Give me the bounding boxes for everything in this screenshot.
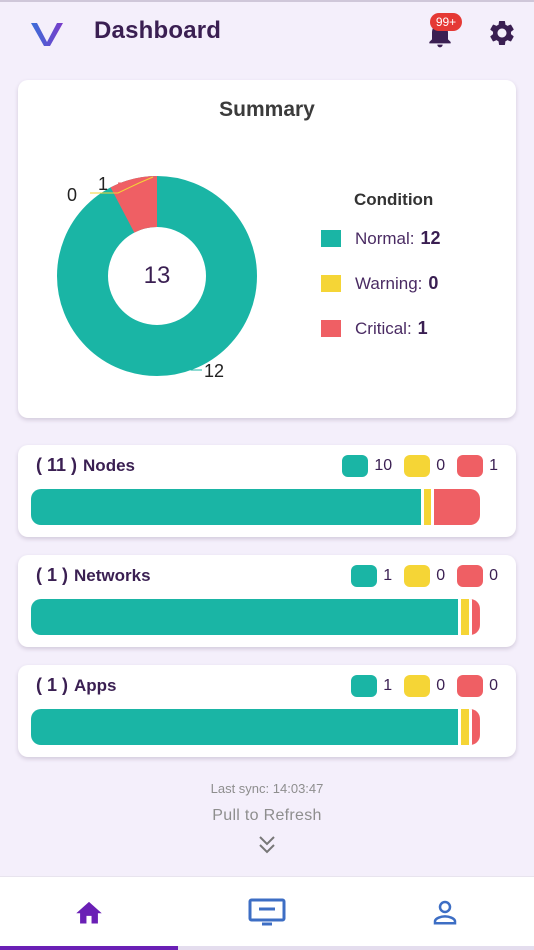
nodes-condition-counts: 10 0 1 xyxy=(330,455,498,477)
slice-label-critical: 1 xyxy=(98,174,108,194)
bar-segment-critical xyxy=(469,709,480,745)
monitor-icon xyxy=(248,898,286,926)
nodes-card[interactable]: ( 11 ) Nodes 10 0 1 xyxy=(18,445,516,537)
networks-normal-value: 1 xyxy=(383,567,393,584)
networks-normal-count: 1 xyxy=(351,565,392,587)
apps-critical-count: 0 xyxy=(457,675,498,697)
active-tab-indicator xyxy=(0,946,178,950)
slice-label-warning: 0 xyxy=(67,185,77,205)
donut-total: 13 xyxy=(144,262,171,289)
apps-count: ( 1 ) xyxy=(36,675,69,695)
nodes-normal-value: 10 xyxy=(374,457,393,474)
double-chevron-down-icon xyxy=(259,836,275,854)
critical-pill xyxy=(457,675,484,697)
nodes-label: Nodes xyxy=(83,455,135,475)
apps-normal-count: 1 xyxy=(351,675,392,697)
bar-segment-warning xyxy=(458,599,470,635)
critical-pill xyxy=(457,565,484,587)
legend-critical: Critical: 1 xyxy=(321,318,428,339)
nodes-count: ( 11 ) xyxy=(36,455,78,475)
legend-warning-label: Warning: xyxy=(355,273,423,293)
nodes-critical-count: 1 xyxy=(457,455,498,477)
nodes-critical-value: 1 xyxy=(489,457,498,474)
legend-critical-count: 1 xyxy=(417,318,428,338)
notification-badge: 99+ xyxy=(430,13,462,31)
critical-pill xyxy=(457,455,484,477)
warning-pill xyxy=(404,565,431,587)
legend-critical-label: Critical: xyxy=(355,318,412,338)
nav-home[interactable] xyxy=(0,877,178,947)
normal-pill xyxy=(342,455,369,477)
pull-to-refresh-text[interactable]: Pull to Refresh xyxy=(0,807,534,825)
networks-warning-count: 0 xyxy=(404,565,445,587)
apps-condition-counts: 1 0 0 xyxy=(339,675,498,697)
legend-warning: Warning: 0 xyxy=(321,273,438,294)
apps-card[interactable]: ( 1 ) Apps 1 0 0 xyxy=(18,665,516,757)
apps-warning-count: 0 xyxy=(404,675,445,697)
nodes-status-bar xyxy=(31,489,480,525)
nodes-warning-value: 0 xyxy=(436,457,446,474)
bar-segment-normal xyxy=(31,489,421,525)
app-logo xyxy=(31,23,63,46)
normal-pill xyxy=(351,675,378,697)
networks-critical-value: 0 xyxy=(489,567,498,584)
networks-status-bar xyxy=(31,599,480,635)
apps-normal-value: 1 xyxy=(383,677,393,694)
normal-swatch xyxy=(321,230,341,247)
apps-label: Apps xyxy=(74,675,117,695)
bottom-navigation xyxy=(0,876,534,950)
bar-segment-normal xyxy=(31,709,459,745)
nodes-warning-count: 0 xyxy=(404,455,445,477)
page-title: Dashboard xyxy=(94,17,222,44)
app-header: Dashboard 99+ xyxy=(0,0,534,66)
nodes-heading: ( 11 ) Nodes xyxy=(36,455,135,476)
condition-donut-chart: 1 0 12 13 xyxy=(57,174,257,381)
person-icon xyxy=(433,900,457,925)
apps-status-bar xyxy=(31,709,480,745)
bar-segment-normal xyxy=(31,599,459,635)
slice-label-normal: 12 xyxy=(204,361,224,381)
nav-profile[interactable] xyxy=(356,877,534,947)
networks-label: Networks xyxy=(74,565,151,585)
warning-pill xyxy=(404,455,431,477)
legend-warning-count: 0 xyxy=(428,273,439,293)
gear-icon[interactable] xyxy=(487,18,517,48)
bar-segment-critical xyxy=(469,599,480,635)
bar-segment-warning xyxy=(420,489,431,525)
networks-heading: ( 1 ) Networks xyxy=(36,565,151,586)
apps-critical-value: 0 xyxy=(489,677,498,694)
networks-count: ( 1 ) xyxy=(36,565,69,585)
home-icon xyxy=(76,901,102,924)
summary-card: Summary 1 0 12 13 Condition Normal: 12 W… xyxy=(18,80,516,418)
nav-monitor[interactable] xyxy=(178,877,356,947)
warning-pill xyxy=(404,675,431,697)
networks-critical-count: 0 xyxy=(457,565,498,587)
networks-card[interactable]: ( 1 ) Networks 1 0 0 xyxy=(18,555,516,647)
critical-swatch xyxy=(321,320,341,337)
bar-segment-critical xyxy=(430,489,480,525)
legend-normal: Normal: 12 xyxy=(321,228,441,249)
warning-swatch xyxy=(321,275,341,292)
apps-heading: ( 1 ) Apps xyxy=(36,675,117,696)
legend-title: Condition xyxy=(354,190,434,209)
legend-normal-count: 12 xyxy=(420,228,441,248)
normal-pill xyxy=(351,565,378,587)
networks-condition-counts: 1 0 0 xyxy=(339,565,498,587)
apps-warning-value: 0 xyxy=(436,677,446,694)
bar-segment-warning xyxy=(458,709,470,745)
last-sync-text: Last sync: 14:03:47 xyxy=(210,781,324,796)
networks-warning-value: 0 xyxy=(436,567,446,584)
nodes-normal-count: 10 xyxy=(342,455,392,477)
legend-normal-label: Normal: xyxy=(355,228,415,248)
